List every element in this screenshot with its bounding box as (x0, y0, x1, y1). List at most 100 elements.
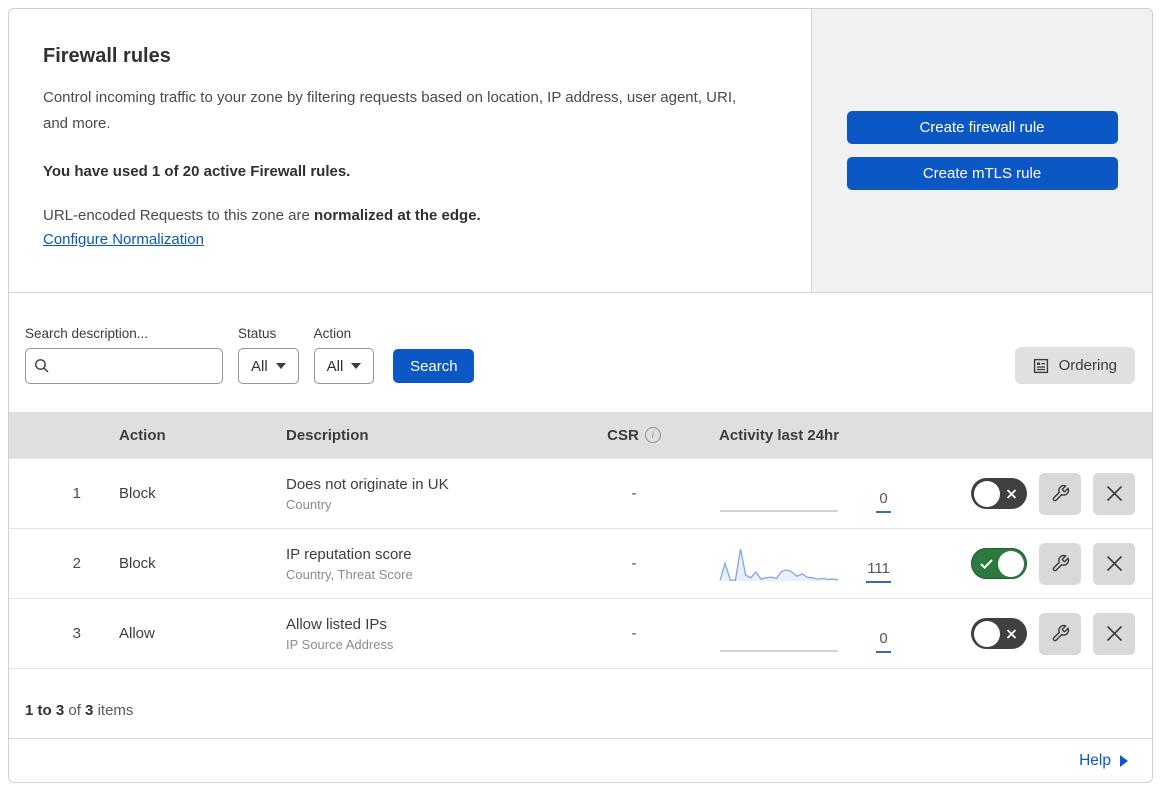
normalization-bold-text: normalized at the edge. (314, 206, 481, 224)
toggle-knob (974, 620, 1000, 647)
rule-description: Allow listed IPs (286, 615, 387, 633)
toggle-knob (974, 480, 1000, 507)
x-icon (1106, 555, 1122, 572)
delete-rule-button[interactable] (1093, 542, 1135, 585)
rule-enable-toggle[interactable] (971, 548, 1027, 579)
edit-rule-button[interactable] (1039, 612, 1081, 655)
items-of: of (68, 702, 81, 719)
rule-description-cell: Does not originate in UK Country (264, 476, 589, 512)
edit-rule-button[interactable] (1039, 542, 1081, 585)
rule-csr: - (631, 625, 637, 642)
page-description: Control incoming traffic to your zone by… (43, 89, 737, 132)
header-section: Firewall rules Control incoming traffic … (9, 9, 1152, 293)
status-value: All (251, 357, 268, 375)
status-label: Status (238, 326, 277, 341)
search-label: Search description... (25, 326, 149, 341)
info-icon[interactable]: i (644, 427, 661, 443)
arrow-right-icon (1120, 755, 1128, 767)
rule-enable-toggle[interactable] (971, 618, 1027, 649)
normalization-note: URL-encoded Requests to this zone are no… (43, 207, 771, 224)
filter-bar: Search description... Status All Action (9, 293, 1152, 412)
rule-description-cell: Allow listed IPs IP Source Address (264, 616, 589, 652)
action-field: Action All (313, 326, 375, 384)
rule-description-cell: IP reputation score Country, Threat Scor… (264, 546, 589, 582)
configure-normalization-link[interactable]: Configure Normalization (43, 231, 204, 248)
ordering-button[interactable]: Ordering (1014, 347, 1135, 384)
rule-controls (915, 472, 1152, 515)
x-icon (1106, 625, 1122, 642)
search-input-wrapper (25, 348, 223, 384)
action-dropdown[interactable]: All (313, 348, 375, 384)
search-input[interactable] (57, 357, 214, 375)
pagination-summary: 1 to 3 of 3 items (9, 668, 1152, 738)
ordering-list-icon (1033, 358, 1048, 373)
action-label: Action (313, 326, 352, 341)
wrench-icon (1052, 484, 1069, 502)
wrench-icon (1052, 624, 1069, 642)
search-field: Search description... (25, 326, 223, 384)
usage-summary: You have used 1 of 20 active Firewall ru… (43, 162, 351, 180)
rule-activity-cell: 111 (679, 529, 915, 598)
delete-rule-button[interactable] (1093, 612, 1135, 655)
status-dropdown[interactable]: All (238, 348, 299, 384)
help-bar: Help (9, 738, 1152, 782)
x-icon (1006, 628, 1017, 639)
rule-activity-cell: 0 (679, 459, 915, 528)
help-label: Help (1079, 751, 1111, 769)
firewall-rules-panel: Firewall rules Control incoming traffic … (8, 8, 1153, 783)
rule-description: Does not originate in UK (286, 475, 449, 493)
rule-fields: Country (286, 496, 332, 512)
rule-csr: - (631, 485, 637, 502)
edit-rule-button[interactable] (1039, 472, 1081, 515)
column-description: Description (286, 426, 369, 444)
rule-row-2: 2 Block IP reputation score Country, Thr… (9, 528, 1152, 598)
status-field: Status All (238, 326, 299, 384)
search-button[interactable]: Search (393, 349, 475, 383)
rule-fields: Country, Threat Score (286, 566, 413, 582)
rule-controls (915, 542, 1152, 585)
page-title: Firewall rules (43, 45, 171, 67)
activity-count-link[interactable]: 0 (876, 490, 891, 513)
rule-number: 2 (72, 555, 81, 572)
actions-panel: Create firewall rule Create mTLS rule (811, 9, 1152, 292)
table-header: Action Description CSR i Activity last 2… (9, 412, 1152, 458)
rule-action: Allow (119, 625, 155, 642)
rule-row-1: 1 Block Does not originate in UK Country… (9, 458, 1152, 528)
x-icon (1006, 488, 1017, 499)
action-value: All (326, 357, 344, 375)
chevron-down-icon (351, 363, 362, 369)
rule-number: 1 (72, 485, 81, 502)
activity-sparkline (719, 475, 839, 513)
items-range: 1 to 3 (25, 702, 65, 719)
activity-count-link[interactable]: 111 (866, 560, 891, 583)
x-icon (1106, 485, 1122, 502)
activity-count-link[interactable]: 0 (876, 630, 891, 653)
rule-row-3: 3 Allow Allow listed IPs IP Source Addre… (9, 598, 1152, 668)
activity-sparkline (719, 545, 839, 583)
column-action: Action (119, 426, 166, 444)
normalization-text: URL-encoded Requests to this zone are (43, 206, 314, 224)
rule-number: 3 (72, 625, 81, 642)
create-mtls-rule-button[interactable]: Create mTLS rule (846, 157, 1118, 190)
rule-description: IP reputation score (286, 545, 412, 563)
wrench-icon (1052, 554, 1069, 572)
rule-action: Block (119, 555, 156, 572)
help-link[interactable]: Help (1079, 752, 1128, 770)
rule-controls (915, 612, 1152, 655)
rule-csr: - (631, 555, 637, 572)
filter-controls: Search description... Status All Action (25, 326, 475, 384)
delete-rule-button[interactable] (1093, 472, 1135, 515)
header-text-block: Firewall rules Control incoming traffic … (9, 9, 811, 292)
create-firewall-rule-button[interactable]: Create firewall rule (846, 111, 1118, 144)
chevron-down-icon (275, 363, 286, 369)
csr-label: CSR (607, 426, 639, 444)
items-total: 3 (85, 702, 94, 719)
items-word: items (97, 702, 134, 719)
rule-enable-toggle[interactable] (971, 478, 1027, 509)
check-icon (980, 558, 993, 569)
rule-activity-cell: 0 (679, 599, 915, 668)
column-activity: Activity last 24hr (719, 426, 840, 444)
activity-sparkline (719, 615, 839, 653)
rule-action: Block (119, 485, 156, 502)
ordering-label: Ordering (1058, 357, 1117, 374)
